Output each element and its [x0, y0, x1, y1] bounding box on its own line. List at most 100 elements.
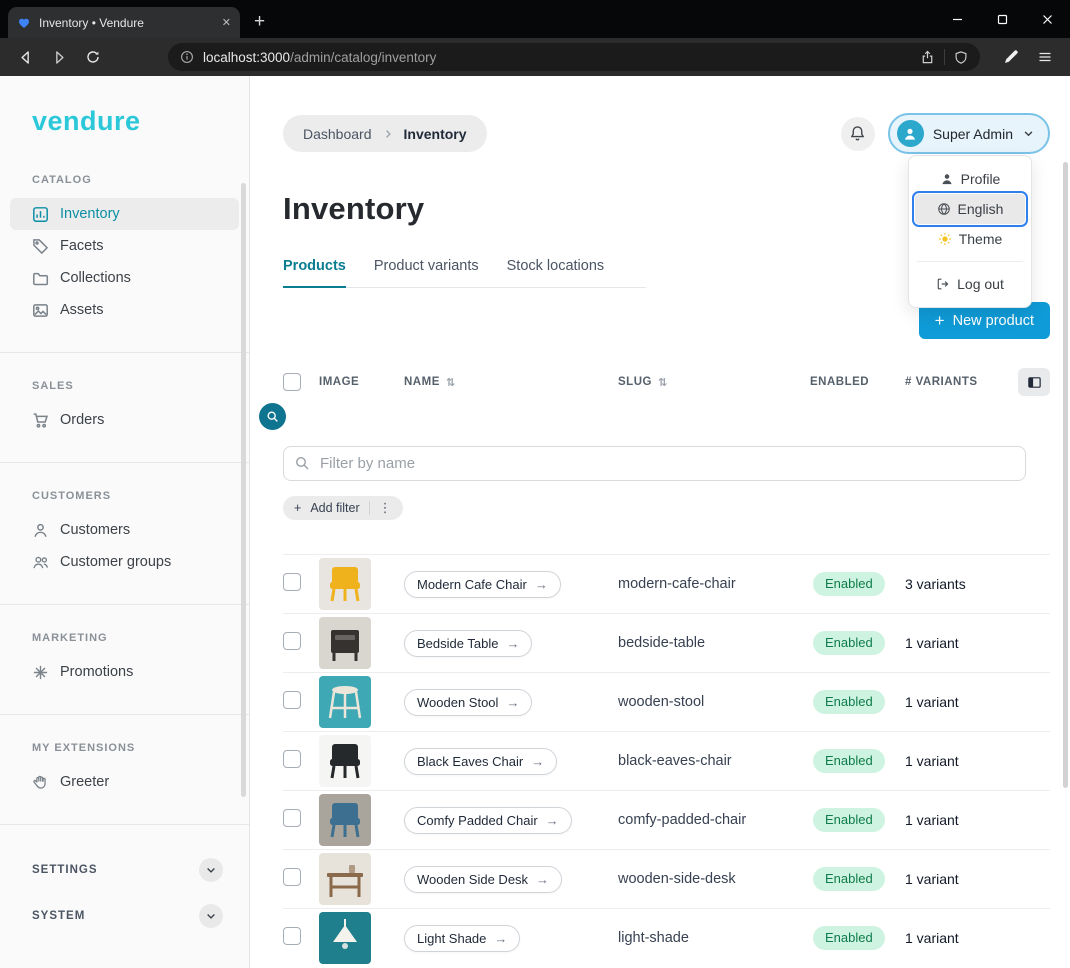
folder-icon — [32, 270, 49, 287]
sparkle-icon — [32, 664, 49, 681]
row-checkbox[interactable] — [283, 632, 301, 650]
column-header-image: IMAGE — [319, 376, 404, 388]
sidebar-item-settings[interactable]: SETTINGS — [0, 852, 249, 888]
product-slug: wooden-stool — [618, 694, 810, 710]
product-image — [319, 558, 371, 610]
kebab-menu-icon[interactable]: ⋮ — [379, 500, 392, 516]
sidebar-item-customer-groups[interactable]: Customer groups — [0, 546, 249, 578]
browser-tab[interactable]: Inventory • Vendure ✕ — [8, 7, 240, 38]
product-name-label: Wooden Stool — [417, 695, 498, 710]
forward-button[interactable] — [46, 44, 72, 70]
search-button[interactable] — [259, 403, 286, 430]
site-info-icon[interactable] — [180, 50, 194, 64]
status-badge: Enabled — [813, 926, 885, 950]
page-scrollbar[interactable] — [1063, 162, 1068, 788]
tab-stock-locations[interactable]: Stock locations — [507, 258, 605, 287]
menu-item-language[interactable]: English — [915, 194, 1025, 224]
variant-count: 1 variant — [905, 930, 1018, 946]
product-image — [319, 912, 371, 964]
reload-button[interactable] — [80, 44, 106, 70]
chevron-down-icon[interactable] — [199, 904, 223, 928]
product-name-chip[interactable]: Light Shade→ — [404, 925, 520, 952]
row-checkbox[interactable] — [283, 927, 301, 945]
product-image — [319, 735, 371, 787]
sidebar-divider — [0, 604, 249, 605]
sidebar-nav: CATALOG Inventory Facets Collections Ass… — [0, 174, 249, 934]
product-name-chip[interactable]: Wooden Stool→ — [404, 689, 532, 716]
table-row: Black Eaves Chair→ black-eaves-chair Ena… — [283, 731, 1050, 790]
product-slug: light-shade — [618, 930, 810, 946]
sidebar-item-orders[interactable]: Orders — [0, 404, 249, 436]
window-maximize-button[interactable] — [980, 0, 1025, 38]
window-close-button[interactable] — [1025, 0, 1070, 38]
add-filter-button[interactable]: + Add filter ⋮ — [283, 496, 403, 520]
column-header-enabled: ENABLED — [810, 376, 905, 388]
tab-close-icon[interactable]: ✕ — [222, 16, 231, 29]
vendure-favicon-icon — [17, 16, 31, 30]
sidebar-scrollbar[interactable] — [241, 183, 246, 797]
inventory-icon — [32, 206, 49, 223]
product-image — [319, 853, 371, 905]
sidebar-item-promotions[interactable]: Promotions — [0, 656, 249, 688]
waving-hand-icon — [32, 774, 49, 791]
status-badge: Enabled — [813, 867, 885, 891]
product-name-chip[interactable]: Comfy Padded Chair→ — [404, 807, 572, 834]
brave-shield-icon[interactable] — [954, 50, 968, 65]
window-minimize-button[interactable] — [935, 0, 980, 38]
product-image — [319, 617, 371, 669]
row-checkbox[interactable] — [283, 573, 301, 591]
sidebar-item-system[interactable]: SYSTEM — [0, 898, 249, 934]
sidebar-item-greeter[interactable]: Greeter — [0, 766, 249, 798]
sort-icon: ⇅ — [446, 376, 456, 389]
section-heading-my-extensions: MY EXTENSIONS — [32, 742, 249, 754]
edit-pencil-icon[interactable] — [998, 44, 1024, 70]
chevron-down-icon[interactable] — [199, 858, 223, 882]
notifications-button[interactable] — [841, 117, 875, 151]
row-checkbox[interactable] — [283, 750, 301, 768]
tab-products[interactable]: Products — [283, 258, 346, 288]
product-name-chip[interactable]: Modern Cafe Chair→ — [404, 571, 561, 598]
breadcrumb-dashboard[interactable]: Dashboard — [303, 126, 372, 142]
image-icon — [32, 302, 49, 319]
column-header-slug[interactable]: SLUG⇅ — [618, 376, 810, 389]
user-dropdown-menu: Profile English Theme Log out — [908, 155, 1032, 308]
filter-by-name-input[interactable] — [283, 446, 1026, 481]
arrow-right-icon: → — [506, 636, 519, 651]
menu-item-theme[interactable]: Theme — [915, 224, 1025, 254]
section-heading-marketing: MARKETING — [32, 632, 249, 644]
column-settings-button[interactable] — [1018, 368, 1050, 396]
column-header-name[interactable]: NAME⇅ — [404, 376, 618, 389]
table-row: Modern Cafe Chair→ modern-cafe-chair Ena… — [283, 554, 1050, 613]
breadcrumb-inventory: Inventory — [404, 126, 467, 142]
row-checkbox[interactable] — [283, 868, 301, 886]
select-all-checkbox[interactable] — [283, 373, 301, 391]
section-heading-catalog: CATALOG — [32, 174, 249, 186]
row-checkbox[interactable] — [283, 809, 301, 827]
status-badge: Enabled — [813, 690, 885, 714]
tab-product-variants[interactable]: Product variants — [374, 258, 479, 287]
share-icon[interactable] — [920, 50, 935, 65]
menu-item-profile[interactable]: Profile — [915, 164, 1025, 194]
sidebar-item-facets[interactable]: Facets — [0, 230, 249, 262]
tab-title: Inventory • Vendure — [39, 16, 214, 30]
back-button[interactable] — [12, 44, 38, 70]
sidebar-item-assets[interactable]: Assets — [0, 294, 249, 326]
section-heading-sales: SALES — [32, 380, 249, 392]
product-name-chip[interactable]: Bedside Table→ — [404, 630, 532, 657]
sidebar-item-inventory[interactable]: Inventory — [10, 198, 239, 230]
product-name-chip[interactable]: Black Eaves Chair→ — [404, 748, 557, 775]
product-name-label: Comfy Padded Chair — [417, 813, 538, 828]
new-tab-button[interactable]: + — [254, 11, 265, 33]
table-row: Bedside Table→ bedside-table Enabled 1 v… — [283, 613, 1050, 672]
sun-icon — [938, 232, 952, 246]
product-name-chip[interactable]: Wooden Side Desk→ — [404, 866, 562, 893]
menu-item-logout[interactable]: Log out — [915, 269, 1025, 299]
sidebar-item-customers[interactable]: Customers — [0, 514, 249, 546]
row-checkbox[interactable] — [283, 691, 301, 709]
user-menu-button[interactable]: Super Admin — [888, 113, 1050, 154]
tag-icon — [32, 238, 49, 255]
sidebar-item-collections[interactable]: Collections — [0, 262, 249, 294]
browser-menu-icon[interactable] — [1032, 44, 1058, 70]
sidebar-divider — [0, 352, 249, 353]
address-bar[interactable]: localhost:3000/admin/catalog/inventory — [168, 43, 980, 71]
